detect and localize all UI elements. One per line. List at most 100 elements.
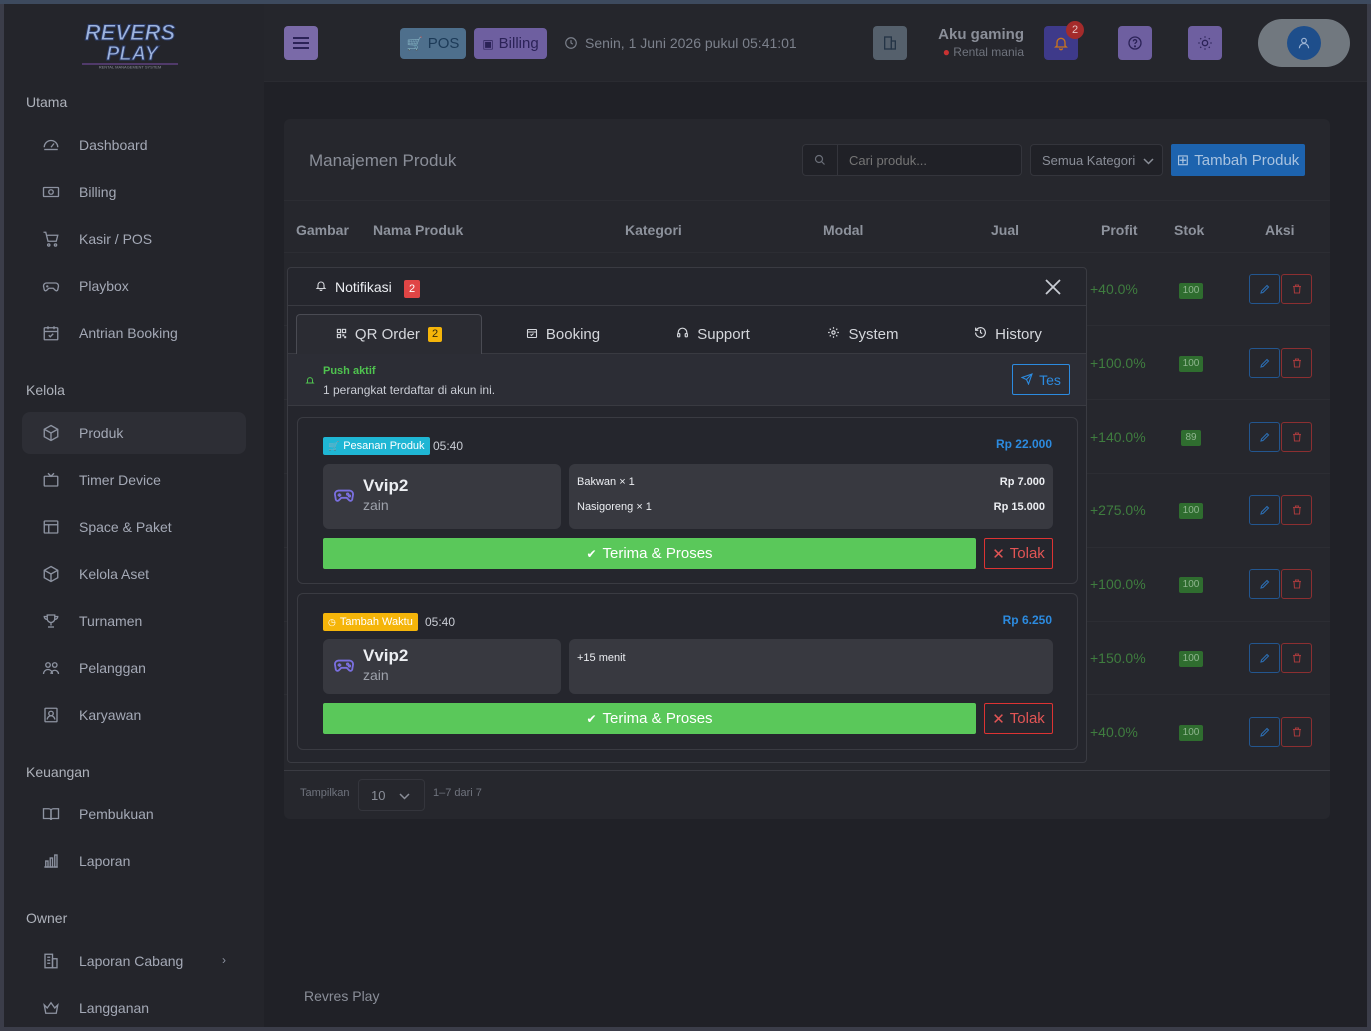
sidebar-item-laporan-cabang[interactable]: Laporan Cabang › bbox=[22, 940, 246, 982]
delete-button[interactable] bbox=[1281, 274, 1312, 304]
pos-button[interactable]: 🛒 POS bbox=[400, 28, 466, 59]
search-input[interactable] bbox=[839, 145, 1019, 175]
sidebar-item-label: Playbox bbox=[79, 278, 129, 294]
edit-button[interactable] bbox=[1249, 569, 1280, 599]
category-select[interactable]: Semua Kategori bbox=[1030, 144, 1163, 176]
delete-button[interactable] bbox=[1281, 643, 1312, 673]
profit-value: +100.0% bbox=[1090, 576, 1146, 592]
cube-icon bbox=[42, 565, 60, 583]
reject-button[interactable]: ✕ Tolak bbox=[984, 538, 1053, 569]
delete-button[interactable] bbox=[1281, 717, 1312, 747]
theme-toggle-button[interactable] bbox=[1188, 26, 1222, 60]
building-icon bbox=[884, 36, 896, 50]
order-time: 05:40 bbox=[433, 439, 464, 453]
tab-support[interactable]: Support bbox=[658, 314, 768, 354]
accept-button[interactable]: ✔ Terima & Proses bbox=[323, 538, 976, 569]
sidebar-item-turnamen[interactable]: Turnamen bbox=[22, 600, 246, 642]
cash-register-icon: ▣ bbox=[482, 36, 494, 51]
notification-tabs: QR Order 2 Booking Support System Histor… bbox=[288, 306, 1086, 354]
sidebar-item-dashboard[interactable]: Dashboard bbox=[22, 124, 246, 166]
page-size-select[interactable]: 10 bbox=[358, 779, 425, 811]
chevron-down-icon bbox=[1143, 153, 1154, 168]
column-header: Jual bbox=[991, 222, 1020, 238]
stock-badge: 100 bbox=[1179, 725, 1203, 741]
sidebar-item-billing[interactable]: Billing bbox=[22, 171, 246, 213]
column-header: Kategori bbox=[625, 222, 682, 238]
item-name: Nasigoreng × 1 bbox=[577, 501, 652, 513]
tab-system[interactable]: System bbox=[808, 314, 918, 354]
tab-qr-order[interactable]: QR Order 2 bbox=[296, 314, 482, 354]
chevron-down-icon bbox=[399, 788, 410, 803]
cart-icon: 🛒 bbox=[406, 35, 423, 51]
profile-button[interactable] bbox=[1258, 19, 1350, 67]
sidebar-item-label: Space & Paket bbox=[79, 519, 172, 535]
trash-icon bbox=[1292, 727, 1301, 737]
accept-button[interactable]: ✔ Terima & Proses bbox=[323, 703, 976, 734]
crown-icon bbox=[42, 999, 60, 1017]
modal-title: Notifikasi bbox=[335, 279, 392, 295]
stock-badge: 100 bbox=[1179, 503, 1203, 519]
device-name: Vvip2 bbox=[363, 476, 409, 495]
sidebar-item-label: Timer Device bbox=[79, 472, 161, 488]
tab-booking[interactable]: Booking bbox=[508, 314, 618, 354]
sidebar-item-pembukuan[interactable]: Pembukuan bbox=[22, 793, 246, 835]
close-icon[interactable] bbox=[1044, 278, 1062, 301]
trash-icon bbox=[1292, 432, 1301, 442]
stock-badge: 100 bbox=[1179, 577, 1203, 593]
sidebar-item-pelanggan[interactable]: Pelanggan bbox=[22, 647, 246, 689]
trash-icon bbox=[1292, 284, 1301, 294]
notification-button[interactable]: 2 bbox=[1044, 21, 1084, 60]
tab-history[interactable]: History bbox=[953, 314, 1063, 354]
menu-toggle-button[interactable] bbox=[284, 26, 318, 60]
sidebar-item-kasir-pos[interactable]: Kasir / POS bbox=[22, 218, 246, 260]
billing-button[interactable]: ▣ Billing bbox=[474, 28, 547, 59]
app-logo[interactable]: REVERS PLAY RENTAL MANAGEMENT SYSTEM bbox=[70, 18, 190, 70]
delete-button[interactable] bbox=[1281, 495, 1312, 525]
table-footer-border bbox=[284, 770, 1330, 771]
edit-button[interactable] bbox=[1249, 422, 1280, 452]
column-header: Gambar bbox=[296, 222, 349, 238]
item-price: Rp 7.000 bbox=[999, 476, 1045, 488]
stock-badge: 100 bbox=[1179, 283, 1203, 299]
device-box: Vvip2 zain bbox=[323, 464, 561, 529]
sidebar-item-label: Kasir / POS bbox=[79, 231, 153, 247]
sidebar-item-timer-device[interactable]: Timer Device bbox=[22, 459, 246, 501]
stock-badge: 100 bbox=[1179, 651, 1203, 667]
order-note-box: +15 menit bbox=[569, 639, 1053, 694]
section-label-owner: Owner bbox=[26, 910, 68, 926]
pagination-range: 1–7 dari 7 bbox=[433, 787, 482, 799]
sidebar-item-playbox[interactable]: Playbox bbox=[22, 265, 246, 307]
section-label-keuangan: Keuangan bbox=[26, 764, 90, 780]
reject-button[interactable]: ✕ Tolak bbox=[984, 703, 1053, 734]
calendar-check-icon bbox=[42, 324, 60, 342]
column-header: Modal bbox=[823, 222, 864, 238]
gamepad-icon bbox=[42, 277, 60, 295]
test-push-button[interactable]: Tes bbox=[1012, 364, 1070, 395]
add-product-button[interactable]: ⊞ Tambah Produk bbox=[1171, 144, 1305, 176]
sidebar-item-space-paket[interactable]: Space & Paket bbox=[22, 506, 246, 548]
sidebar-item-produk[interactable]: Produk bbox=[22, 412, 246, 454]
edit-button[interactable] bbox=[1249, 274, 1280, 304]
delete-button[interactable] bbox=[1281, 348, 1312, 378]
sidebar-item-laporan[interactable]: Laporan bbox=[22, 840, 246, 882]
sidebar-item-kelola-aset[interactable]: Kelola Aset bbox=[22, 553, 246, 595]
edit-button[interactable] bbox=[1249, 717, 1280, 747]
sidebar-item-label: Antrian Booking bbox=[79, 325, 178, 341]
edit-button[interactable] bbox=[1249, 348, 1280, 378]
order-note: +15 menit bbox=[577, 652, 626, 664]
top-header: 🛒 POS ▣ Billing Senin, 1 Juni 2026 pukul… bbox=[264, 4, 1367, 82]
branch-button[interactable] bbox=[873, 26, 907, 60]
delete-button[interactable] bbox=[1281, 422, 1312, 452]
edit-button[interactable] bbox=[1249, 643, 1280, 673]
help-button[interactable] bbox=[1118, 26, 1152, 60]
pencil-icon bbox=[1259, 358, 1269, 368]
sidebar-item-antrian-booking[interactable]: Antrian Booking bbox=[22, 312, 246, 354]
sidebar-item-karyawan[interactable]: Karyawan bbox=[22, 694, 246, 736]
sidebar-item-langganan[interactable]: Langganan bbox=[22, 987, 246, 1027]
notification-count-badge: 2 bbox=[1066, 21, 1084, 39]
delete-button[interactable] bbox=[1281, 569, 1312, 599]
edit-button[interactable] bbox=[1249, 495, 1280, 525]
trophy-icon bbox=[42, 612, 60, 630]
bell-icon bbox=[315, 279, 327, 297]
question-icon bbox=[1128, 36, 1142, 50]
